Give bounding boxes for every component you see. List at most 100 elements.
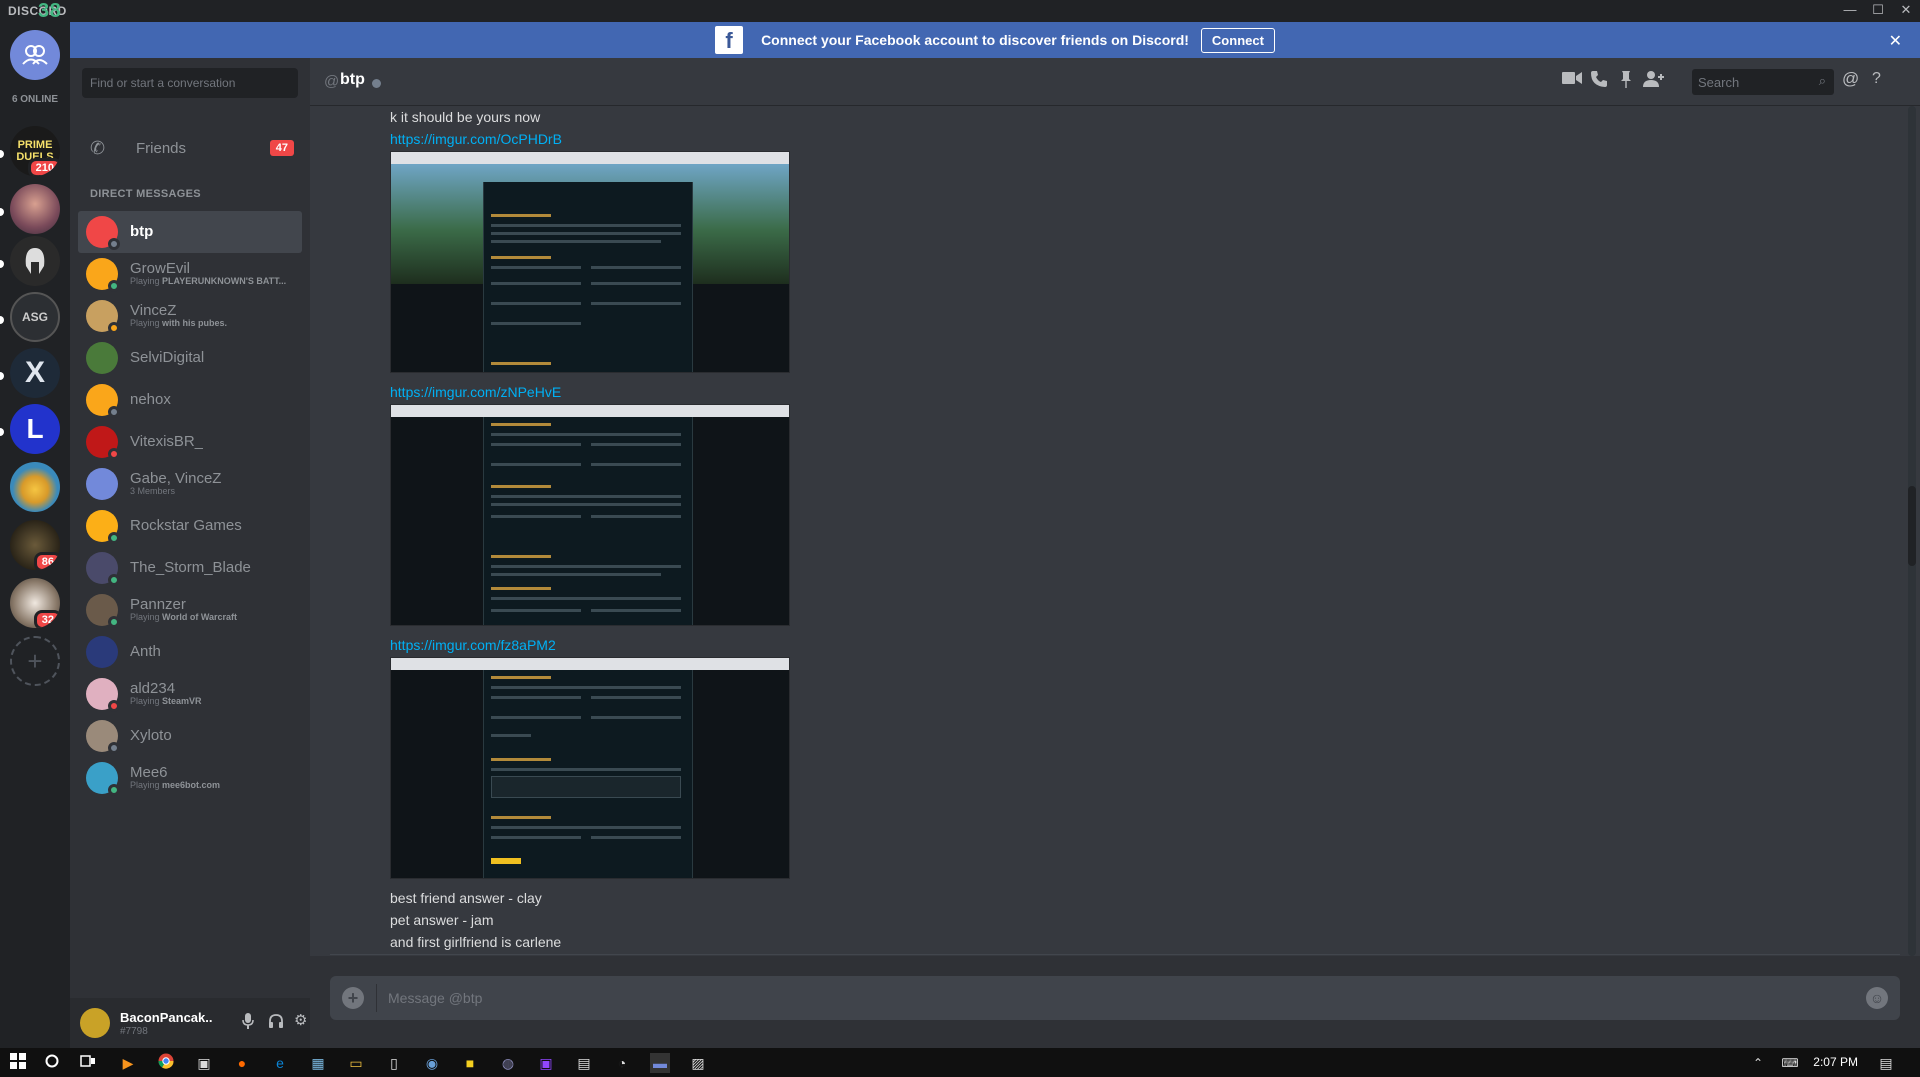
plex-icon[interactable]: ▶ bbox=[118, 1053, 138, 1073]
chat-scrollbar[interactable] bbox=[1908, 106, 1916, 956]
headphones-icon[interactable] bbox=[268, 1013, 284, 1033]
dm-text: GrowEvil Playing PLAYERUNKNOWN'S BATT... bbox=[130, 261, 286, 287]
dm-sidebar: Find or start a conversation ✆ Friends 4… bbox=[70, 58, 310, 1048]
voice-call-icon[interactable] bbox=[1590, 70, 1608, 93]
add-friend-icon[interactable] bbox=[1642, 70, 1664, 93]
message-input[interactable]: Message @btp bbox=[388, 990, 482, 1006]
app-icon[interactable]: ▦ bbox=[308, 1053, 328, 1073]
dm-item[interactable]: Mee6 Playing mee6bot.com bbox=[78, 757, 302, 799]
dm-item[interactable]: The_Storm_Blade bbox=[78, 547, 302, 589]
dm-name: VitexisBR_ bbox=[130, 433, 204, 450]
image-attachment[interactable] bbox=[390, 151, 790, 373]
steam-icon[interactable]: ◉ bbox=[422, 1053, 442, 1073]
conversation-search-input[interactable]: Find or start a conversation bbox=[82, 68, 298, 98]
microphone-icon[interactable] bbox=[242, 1013, 254, 1033]
keyboard-icon[interactable]: ⌨ bbox=[1778, 1053, 1802, 1073]
message-link[interactable]: https://imgur.com/zNPeHvE bbox=[390, 381, 1790, 403]
message-link[interactable]: https://imgur.com/OcPHDrB bbox=[390, 128, 1790, 150]
cortana-icon[interactable] bbox=[42, 1053, 62, 1073]
system-clock[interactable]: 2:07 PM bbox=[1813, 1055, 1858, 1069]
dm-item[interactable]: VitexisBR_ bbox=[78, 421, 302, 463]
presence-status-dot bbox=[108, 448, 120, 460]
close-icon[interactable]: ✕ bbox=[1889, 31, 1902, 51]
dm-avatar bbox=[86, 552, 120, 586]
server-x[interactable]: X bbox=[10, 348, 60, 398]
dm-item[interactable]: Rockstar Games bbox=[78, 505, 302, 547]
dm-item[interactable]: Anth bbox=[78, 631, 302, 673]
dm-text: Pannzer Playing World of Warcraft bbox=[130, 597, 237, 623]
chrome-icon[interactable] bbox=[156, 1053, 176, 1073]
app-circle-icon[interactable]: ◍ bbox=[498, 1053, 518, 1073]
dm-item[interactable]: VinceZ Playing with his pubes. bbox=[78, 295, 302, 337]
activity-game: PLAYERUNKNOWN'S BATT... bbox=[162, 276, 287, 287]
discord-taskbar-icon[interactable]: ▬ bbox=[650, 1053, 670, 1073]
clock-app-icon[interactable]: ◔ bbox=[612, 1053, 632, 1073]
edge-icon[interactable]: e bbox=[270, 1053, 290, 1073]
origin-icon[interactable]: ● bbox=[232, 1053, 252, 1073]
dm-text: Xyloto bbox=[130, 728, 172, 745]
message-link[interactable]: https://imgur.com/fz8aPM2 bbox=[390, 634, 1790, 656]
task-view-icon[interactable] bbox=[78, 1053, 98, 1073]
friends-nav-item[interactable]: ✆ Friends 47 bbox=[78, 128, 302, 168]
server-avatar-1[interactable] bbox=[10, 184, 60, 234]
upload-plus-icon[interactable]: + bbox=[342, 987, 364, 1009]
help-icon[interactable]: ? bbox=[1872, 70, 1881, 88]
server-raccoon[interactable]: 32 bbox=[10, 578, 60, 628]
tray-chevron-icon[interactable]: ⌃ bbox=[1748, 1053, 1768, 1073]
file-explorer-icon[interactable]: ▭ bbox=[346, 1053, 366, 1073]
message-text: pet answer - jam bbox=[390, 912, 494, 928]
maximize-button[interactable]: ☐ bbox=[1866, 2, 1890, 18]
close-window-button[interactable]: ✕ bbox=[1894, 2, 1918, 18]
server-l[interactable]: L bbox=[10, 404, 60, 454]
settings-gear-icon[interactable]: ⚙ bbox=[294, 1011, 307, 1029]
activity-prefix: Playing bbox=[130, 612, 163, 623]
server-dark[interactable]: 86 bbox=[10, 520, 60, 570]
presence-status-dot bbox=[108, 238, 120, 250]
presence-status-dot bbox=[108, 322, 120, 334]
presence-status-dot bbox=[108, 616, 120, 628]
sticky-notes-icon[interactable]: ■ bbox=[460, 1053, 480, 1073]
server-cat[interactable] bbox=[10, 462, 60, 512]
friends-label: Friends bbox=[136, 139, 187, 157]
message-composer[interactable]: + Message @btp ☺ bbox=[330, 976, 1900, 1020]
image-attachment[interactable] bbox=[390, 657, 790, 879]
video-call-icon[interactable] bbox=[1562, 70, 1582, 90]
dm-item[interactable]: Xyloto bbox=[78, 715, 302, 757]
presence-status-dot bbox=[108, 532, 120, 544]
dm-item[interactable]: Gabe, VinceZ 3 Members bbox=[78, 463, 302, 505]
pin-icon[interactable] bbox=[1620, 70, 1632, 93]
header-search-input[interactable]: Search ⌕ bbox=[1692, 69, 1834, 95]
mention-icon[interactable]: @ bbox=[1842, 69, 1859, 89]
document-icon[interactable]: ▯ bbox=[384, 1053, 404, 1073]
dm-name: Mee6 bbox=[130, 764, 168, 781]
dm-item[interactable]: Pannzer Playing World of Warcraft bbox=[78, 589, 302, 631]
dm-item[interactable]: GrowEvil Playing PLAYERUNKNOWN'S BATT... bbox=[78, 253, 302, 295]
dm-item[interactable]: nehox bbox=[78, 379, 302, 421]
image-attachment[interactable] bbox=[390, 404, 790, 626]
dm-name: ald234 bbox=[130, 680, 176, 697]
store-icon[interactable]: ▣ bbox=[194, 1053, 214, 1073]
home-button[interactable] bbox=[10, 30, 60, 80]
mention-badge: 32 bbox=[33, 610, 60, 628]
dm-name: GrowEvil bbox=[130, 260, 191, 277]
action-center-icon[interactable]: ▤ bbox=[1876, 1053, 1896, 1073]
server-prime-duels[interactable]: PRIME DUELS 210 bbox=[10, 126, 60, 176]
dm-item[interactable]: SelviDigital bbox=[78, 337, 302, 379]
dm-avatar bbox=[86, 678, 120, 712]
dm-item[interactable]: ald234 Playing SteamVR bbox=[78, 673, 302, 715]
presence-status-dot bbox=[108, 574, 120, 586]
network-app-icon[interactable]: ▤ bbox=[574, 1053, 594, 1073]
facebook-connect-button[interactable]: Connect bbox=[1200, 27, 1275, 53]
scrollbar-thumb[interactable] bbox=[1908, 486, 1916, 566]
minimize-button[interactable]: — bbox=[1838, 2, 1862, 17]
server-asg[interactable]: ASG bbox=[10, 292, 60, 342]
windows-start-icon[interactable] bbox=[8, 1053, 28, 1073]
emoji-picker-icon[interactable]: ☺ bbox=[1866, 987, 1888, 1009]
twitch-icon[interactable]: ▣ bbox=[536, 1053, 556, 1073]
user-avatar[interactable] bbox=[80, 1008, 110, 1038]
server-spartan[interactable] bbox=[10, 236, 60, 286]
dm-item[interactable]: btp bbox=[78, 211, 302, 253]
activity-prefix: Playing bbox=[130, 276, 163, 287]
add-server-button[interactable]: + bbox=[10, 636, 60, 686]
photos-icon[interactable]: ▨ bbox=[688, 1053, 708, 1073]
